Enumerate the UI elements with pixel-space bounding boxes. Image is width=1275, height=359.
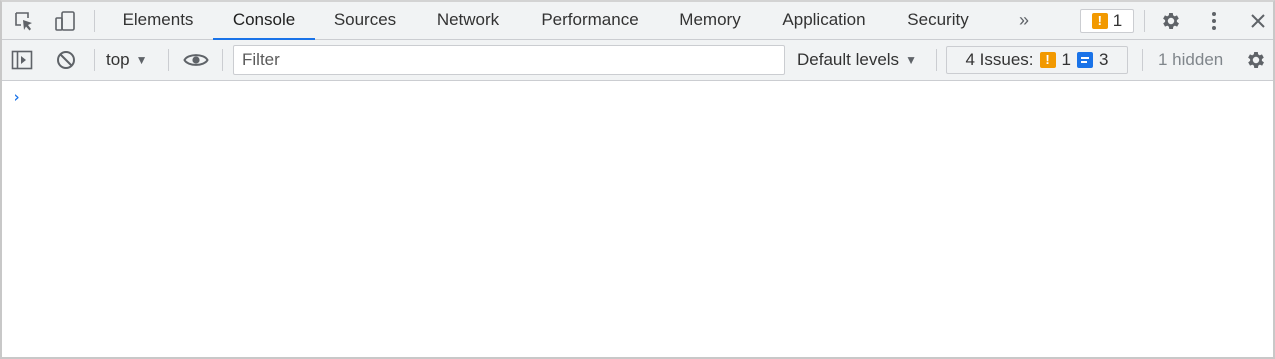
filter-input[interactable] — [233, 45, 785, 75]
device-toolbar-icon[interactable] — [53, 9, 77, 33]
divider — [1142, 49, 1143, 71]
info-message-icon — [1077, 52, 1094, 68]
console-toolbar: top ▼ Default levels ▼ 4 Issues: ! 1 3 1… — [2, 40, 1273, 81]
divider — [94, 49, 95, 71]
warning-icon: ! — [1039, 52, 1056, 68]
inspect-element-icon[interactable] — [12, 10, 36, 32]
clear-console-icon[interactable] — [54, 48, 78, 72]
divider — [94, 10, 95, 32]
issues-counter-value: 1 — [1112, 11, 1123, 30]
divider — [222, 49, 223, 71]
context-selector[interactable]: top ▼ — [106, 48, 148, 72]
console-output[interactable]: › — [2, 81, 1273, 357]
console-settings-gear-icon[interactable] — [1243, 47, 1269, 73]
hidden-messages-count: 1 hidden — [1158, 50, 1224, 69]
tab-application[interactable]: Application — [766, 2, 882, 39]
close-icon[interactable] — [1246, 8, 1270, 34]
log-levels-label: Default levels — [797, 50, 900, 69]
tab-network[interactable]: Network — [421, 2, 515, 39]
tab-memory[interactable]: Memory — [666, 2, 754, 39]
issues-label: 4 Issues: — [965, 50, 1034, 69]
kebab-menu-icon[interactable] — [1202, 8, 1226, 34]
console-prompt-icon: › — [12, 88, 22, 106]
tab-elements[interactable]: Elements — [108, 2, 208, 39]
caret-down-icon: ▼ — [135, 53, 148, 67]
devtools-tabbar: Elements Console Sources Network Perform… — [2, 2, 1273, 40]
issues-button[interactable]: 4 Issues: ! 1 3 — [946, 46, 1128, 74]
tab-security[interactable]: Security — [894, 2, 982, 39]
caret-down-icon: ▼ — [905, 53, 917, 67]
context-selector-value: top — [106, 50, 130, 69]
issues-warning-count: 1 — [1061, 50, 1072, 69]
divider — [168, 49, 169, 71]
warning-icon: ! — [1091, 13, 1108, 29]
tab-console[interactable]: Console — [213, 2, 315, 40]
issues-counter-badge[interactable]: ! 1 — [1080, 9, 1134, 33]
divider — [1144, 10, 1145, 32]
divider — [936, 49, 937, 71]
sidebar-toggle-icon[interactable] — [10, 49, 34, 71]
devtools-window: Elements Console Sources Network Perform… — [0, 0, 1275, 359]
more-tabs-icon[interactable]: » — [1012, 8, 1036, 32]
log-levels-dropdown[interactable]: Default levels ▼ — [797, 48, 917, 72]
tab-sources[interactable]: Sources — [320, 2, 410, 39]
eye-icon[interactable] — [182, 48, 210, 72]
tab-performance[interactable]: Performance — [525, 2, 655, 39]
issues-info-count: 3 — [1099, 50, 1109, 69]
gear-icon[interactable] — [1158, 8, 1184, 34]
